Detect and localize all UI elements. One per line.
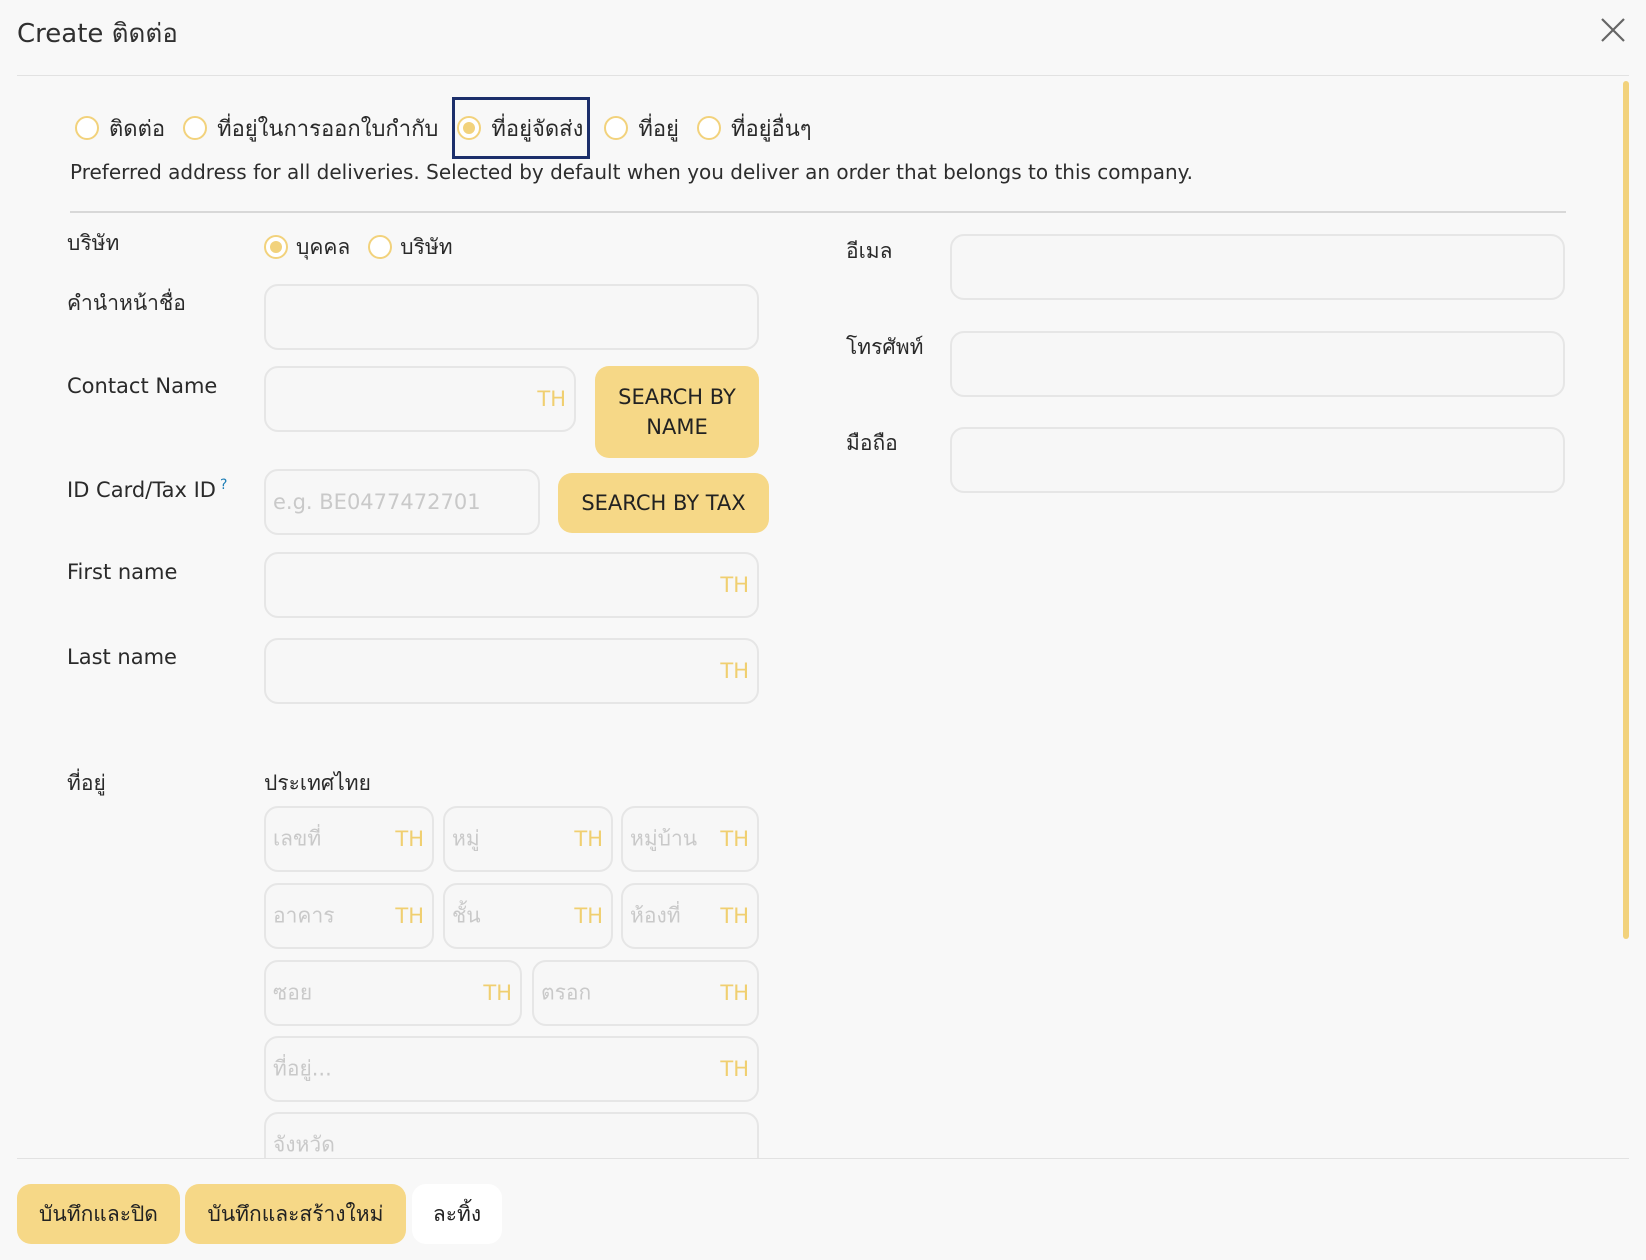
- address-type-contact[interactable]: ติดต่อ: [71, 97, 169, 159]
- search-by-tax-button[interactable]: SEARCH BY TAX: [558, 473, 769, 533]
- address-type-invoice[interactable]: ที่อยู่ในการออกใบกำกับ: [179, 97, 442, 159]
- floor-field[interactable]: ชั้น TH: [443, 883, 613, 949]
- house-no-field[interactable]: เลขที่ TH: [264, 806, 434, 872]
- radio-icon: [604, 116, 629, 140]
- company-type-company[interactable]: บริษัท: [368, 231, 453, 264]
- save-close-button[interactable]: บันทึกและปิด: [17, 1184, 180, 1244]
- room-field[interactable]: ห้องที่ TH: [621, 883, 759, 949]
- street-field[interactable]: ที่อยู่... TH: [264, 1036, 759, 1102]
- dialog-body: ติดต่อ ที่อยู่ในการออกใบกำกับ ที่อยู่จัด…: [17, 77, 1629, 1158]
- discard-button[interactable]: ละทิ้ง: [412, 1184, 502, 1244]
- radio-icon: [75, 116, 99, 140]
- address-type-group: ติดต่อ ที่อยู่ในการออกใบกำกับ ที่อยู่จัด…: [71, 97, 826, 159]
- email-label: อีเมล: [846, 239, 893, 263]
- last-name-label: Last name: [67, 645, 177, 669]
- alley-field[interactable]: ตรอก TH: [532, 960, 759, 1026]
- help-icon[interactable]: ?: [220, 477, 227, 493]
- radio-icon: [368, 235, 393, 259]
- radio-icon: [183, 116, 208, 140]
- tax-id-field[interactable]: e.g. BE0477472701: [264, 469, 540, 535]
- address-type-other[interactable]: ที่อยู่อื่นๆ: [693, 97, 816, 159]
- moo-field[interactable]: หมู่ TH: [443, 806, 613, 872]
- company-type-individual[interactable]: บุคคล: [264, 231, 350, 264]
- address-type-description: Preferred address for all deliveries. Se…: [70, 160, 1193, 184]
- dialog-footer: บันทึกและปิด บันทึกและสร้างใหม่ ละทิ้ง: [17, 1158, 1629, 1260]
- scrollbar[interactable]: [1623, 81, 1629, 939]
- first-name-field[interactable]: TH: [264, 552, 759, 618]
- village-field[interactable]: หมู่บ้าน TH: [621, 806, 759, 872]
- close-icon[interactable]: [1597, 14, 1629, 46]
- last-name-field[interactable]: TH: [264, 638, 759, 704]
- divider: [70, 211, 1566, 213]
- radio-checked-icon: [264, 235, 288, 259]
- soi-field[interactable]: ซอย TH: [264, 960, 522, 1026]
- radio-icon: [696, 116, 721, 140]
- country-select[interactable]: ประเทศไทย: [264, 767, 371, 800]
- company-type-group: บุคคล บริษัท: [264, 227, 471, 267]
- title-label: คำนำหน้าชื่อ: [67, 291, 186, 315]
- search-by-name-button[interactable]: SEARCH BY NAME: [595, 366, 759, 458]
- email-field[interactable]: [950, 234, 1565, 300]
- address-label: ที่อยู่: [67, 771, 106, 795]
- tax-id-label: ID Card/Tax ID?: [67, 477, 228, 502]
- mobile-field[interactable]: [950, 427, 1565, 493]
- address-type-address[interactable]: ที่อยู่: [600, 97, 683, 159]
- contact-name-field[interactable]: TH: [264, 366, 576, 432]
- dialog-header: Create ติดต่อ: [17, 0, 1629, 76]
- address-type-delivery[interactable]: ที่อยู่จัดส่ง: [452, 97, 591, 159]
- contact-name-label: Contact Name: [67, 374, 218, 398]
- building-field[interactable]: อาคาร TH: [264, 883, 434, 949]
- phone-field[interactable]: [950, 331, 1565, 397]
- dialog-title: Create ติดต่อ: [17, 19, 178, 49]
- title-field[interactable]: [264, 284, 759, 350]
- province-field[interactable]: จังหวัด: [264, 1112, 759, 1158]
- save-new-button[interactable]: บันทึกและสร้างใหม่: [185, 1184, 406, 1244]
- company-type-label: บริษัท: [67, 231, 120, 255]
- mobile-label: มือถือ: [846, 431, 898, 455]
- first-name-label: First name: [67, 560, 178, 584]
- radio-checked-icon: [457, 116, 482, 140]
- phone-label: โทรศัพท์: [846, 335, 924, 359]
